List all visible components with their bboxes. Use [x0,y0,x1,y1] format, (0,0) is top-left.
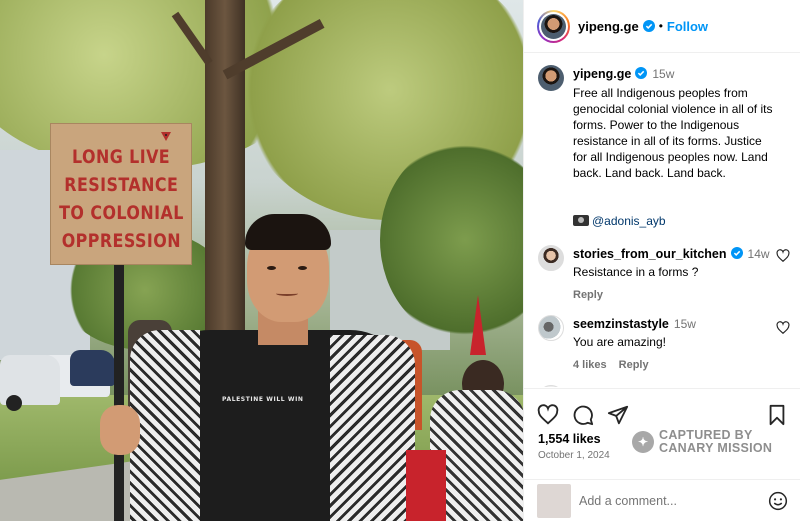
caption-time[interactable]: 15w [652,67,674,81]
comment-text: Resistance in a forms ? [573,265,699,279]
tree-trunk [205,0,245,340]
comment-text: You are amazing! [573,335,666,349]
watermark: ✦ CAPTURED BY CANARY MISSION [632,429,772,455]
person-mouth [276,291,298,296]
watermelon-icon [161,132,171,141]
person-hair [245,214,331,250]
keffiyeh [130,330,200,521]
reply-button[interactable]: Reply [619,359,649,371]
comment-item: stories_from_our_kitchen 14w Resistance i… [524,229,800,301]
person-hand [100,405,140,455]
header-username[interactable]: yipeng.ge [578,19,639,34]
photo-credit: @adonis_ayb [573,197,773,229]
story-ring[interactable] [537,9,570,43]
heart-icon[interactable] [537,404,559,426]
sign-text-line: LONG LIVE [71,147,171,168]
parked-car [70,350,115,386]
person-eye [267,266,276,270]
sign-text-line: OPPRESSION [61,231,181,252]
verified-badge-icon [730,247,743,259]
avatar[interactable] [538,245,564,271]
parked-car [0,355,60,411]
post-actions: 1,554 likes October 1, 2024 ✦ CAPTURED B… [524,388,800,521]
avatar[interactable] [538,65,564,91]
sign-text-line: RESISTANCE [63,175,179,196]
avatar[interactable] [541,13,566,39]
caption-text: Free all Indigenous peoples from genocid… [573,86,773,180]
verified-badge-icon [635,67,648,79]
keffiyeh [330,335,415,521]
emoji-icon[interactable] [768,491,788,511]
caption-username[interactable]: yipeng.ge [573,67,631,81]
comment-username[interactable]: stories_from_our_kitchen [573,247,727,261]
avatar[interactable] [538,385,564,387]
post-details-panel: yipeng.ge • Follow yipeng.ge 15w Free all… [523,0,800,521]
watermark-line: CANARY MISSION [659,441,773,455]
comment-username[interactable]: seemzinstastyle [573,317,669,331]
credit-mention[interactable]: @adonis_ayb [592,214,666,228]
like-comment-heart-icon[interactable] [776,249,790,263]
comment-item: seemzinstastyle 15w You are amazing! 4 li… [524,301,800,371]
avatar [537,484,571,518]
comment-bar [524,479,800,521]
comments-scroll-area[interactable]: yipeng.ge 15w Free all Indigenous peoples… [524,54,800,387]
separator-dot: • [658,19,663,33]
camera-icon [573,215,589,226]
sign-pole [114,264,124,521]
follow-button[interactable]: Follow [667,19,708,34]
bookmark-icon[interactable] [766,404,788,426]
reply-button[interactable]: Reply [573,289,603,301]
comment-likes[interactable]: 4 likes [573,359,607,371]
avatar[interactable] [538,315,564,341]
canary-logo-icon: ✦ [632,431,654,453]
protest-sign: LONG LIVE RESISTANCE TO COLONIAL OPPRESS… [50,123,192,265]
person-eye [298,266,307,270]
like-comment-heart-icon[interactable] [776,321,790,335]
comment-time[interactable]: 15w [674,317,696,331]
comment-input[interactable] [579,494,768,508]
shirt-slogan: PALESTINE WILL WIN [222,396,304,403]
post-header: yipeng.ge • Follow [524,0,800,53]
caption: yipeng.ge 15w Free all Indigenous peoples… [524,54,800,229]
comment-time[interactable]: 14w [748,247,770,261]
sign-text-line: TO COLONIAL [58,203,184,224]
comment-icon[interactable] [572,404,594,426]
verified-badge-icon [642,20,655,32]
share-icon[interactable] [607,404,629,426]
comment-item: leonard_shapiro15w [524,371,800,387]
post-photo[interactable]: LONG LIVE RESISTANCE TO COLONIAL OPPRESS… [0,0,523,521]
flag [406,450,446,521]
